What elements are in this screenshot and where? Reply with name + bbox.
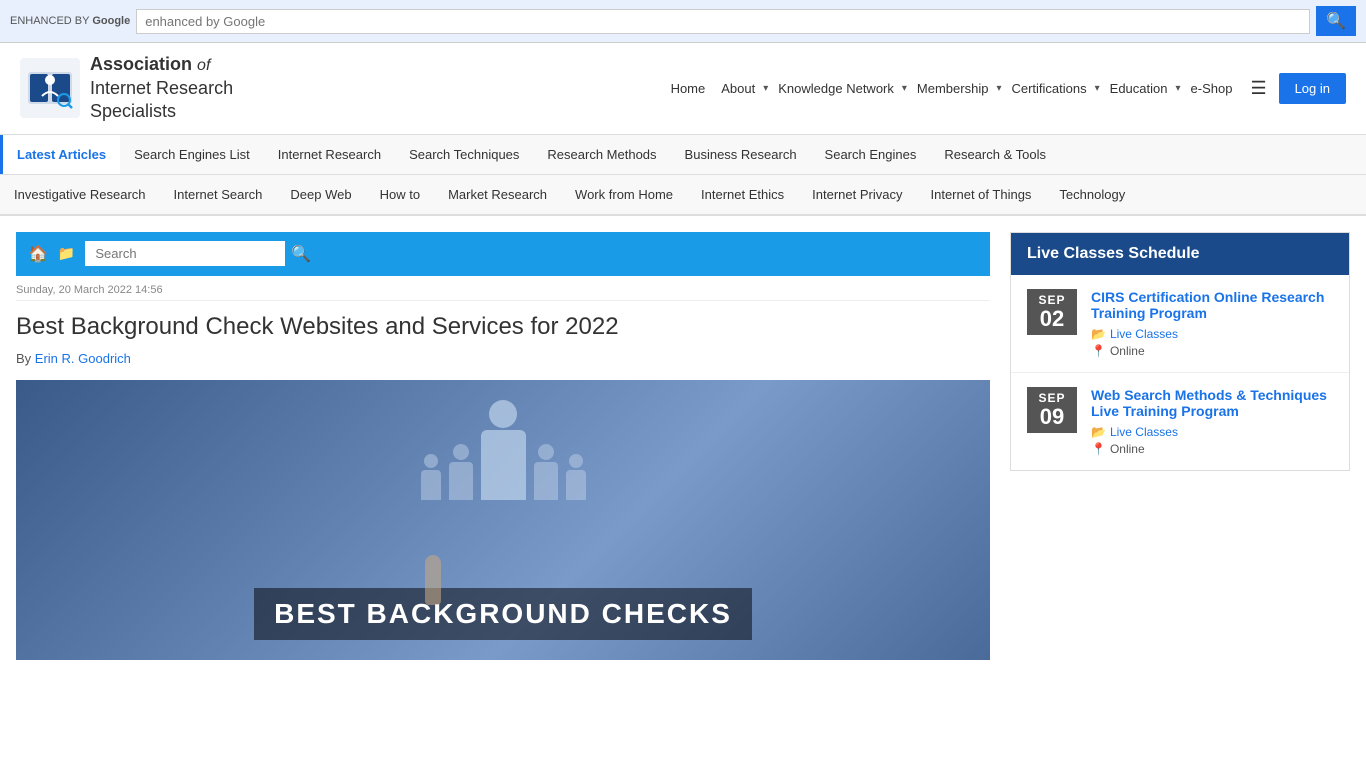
- finger-pointing: [425, 555, 441, 605]
- category-icon-2: 📂: [1091, 425, 1106, 439]
- cat-nav-investigative-research[interactable]: Investigative Research: [0, 179, 160, 210]
- header: Association of Internet Research Special…: [0, 43, 1366, 135]
- site-logo-text: Association of Internet Research Special…: [90, 53, 233, 124]
- cat-nav-internet-ethics[interactable]: Internet Ethics: [687, 179, 798, 210]
- nav-membership[interactable]: Membership: [911, 77, 995, 100]
- main-layout: 🏠 📁 🔍 Sunday, 20 March 2022 14:56 Best B…: [0, 216, 1366, 676]
- nav-certifications-dropdown: Certifications ▾: [1005, 77, 1099, 100]
- nav-about-chevron: ▾: [763, 83, 768, 94]
- site-logo-icon: [20, 58, 80, 118]
- cat-nav-market-research[interactable]: Market Research: [434, 179, 561, 210]
- nav-eshop[interactable]: e-Shop: [1185, 77, 1239, 100]
- google-enhanced-label: ENHANCED BY Google: [10, 15, 130, 27]
- cat-nav-research-methods[interactable]: Research Methods: [533, 135, 670, 174]
- schedule-title-1[interactable]: CIRS Certification Online Research Train…: [1091, 289, 1333, 321]
- article-date: Sunday, 20 March 2022 14:56: [16, 276, 990, 301]
- silhouettes: [16, 400, 990, 500]
- cat-nav-internet-search[interactable]: Internet Search: [160, 179, 277, 210]
- breadcrumb-search: 🔍: [85, 240, 978, 268]
- schedule-category-2: 📂 Live Classes: [1091, 425, 1333, 439]
- schedule-month-1: SEP: [1033, 293, 1071, 307]
- nav-home[interactable]: Home: [665, 77, 712, 100]
- schedule-item-2: SEP 09 Web Search Methods & Techniques L…: [1011, 373, 1349, 470]
- cat-nav-search-techniques[interactable]: Search Techniques: [395, 135, 533, 174]
- schedule-date-badge-2: SEP 09: [1027, 387, 1077, 433]
- silhouette-3: [534, 444, 558, 500]
- schedule-info-2: Web Search Methods & Techniques Live Tra…: [1091, 387, 1333, 456]
- cat-nav-technology[interactable]: Technology: [1045, 179, 1139, 210]
- google-bar: ENHANCED BY Google 🔍: [0, 0, 1366, 43]
- schedule-location-1: 📍 Online: [1091, 344, 1333, 358]
- breadcrumb-home-icon[interactable]: 🏠: [28, 244, 48, 264]
- schedule-info-1: CIRS Certification Online Research Train…: [1091, 289, 1333, 358]
- nav-education-chevron: ▾: [1175, 83, 1180, 94]
- silhouette-main: [481, 400, 526, 500]
- schedule-location-2: 📍 Online: [1091, 442, 1333, 456]
- nav-education-dropdown: Education ▾: [1104, 77, 1181, 100]
- login-button[interactable]: Log in: [1279, 73, 1346, 104]
- silhouette-4: [566, 454, 586, 500]
- article-image-overlay: BEST BACKGROUND CHECKS: [254, 588, 752, 640]
- google-search-input[interactable]: [136, 9, 1310, 34]
- silhouette-2: [449, 444, 473, 500]
- schedule-location-label-1: Online: [1110, 344, 1145, 358]
- breadcrumb-search-button[interactable]: 🔍: [285, 240, 317, 268]
- article-area: 🏠 📁 🔍 Sunday, 20 March 2022 14:56 Best B…: [16, 232, 990, 660]
- schedule-category-label-1[interactable]: Live Classes: [1110, 327, 1178, 341]
- category-nav-1: Latest Articles Search Engines List Inte…: [0, 135, 1366, 175]
- location-icon-1: 📍: [1091, 344, 1106, 358]
- nav-knowledge-chevron: ▾: [902, 83, 907, 94]
- cat-nav-latest-articles[interactable]: Latest Articles: [0, 135, 120, 174]
- schedule-header: Live Classes Schedule: [1011, 233, 1349, 275]
- cat-nav-how-to[interactable]: How to: [366, 179, 434, 210]
- silhouette-1: [421, 454, 441, 500]
- author-link[interactable]: Erin R. Goodrich: [35, 351, 131, 366]
- main-nav: Home About ▾ Knowledge Network ▾ Members…: [240, 73, 1346, 104]
- breadcrumb-bar: 🏠 📁 🔍: [16, 232, 990, 276]
- schedule-day-1: 02: [1033, 307, 1071, 331]
- cat-nav-search-engines[interactable]: Search Engines: [811, 135, 931, 174]
- nav-about-dropdown: About ▾: [715, 77, 768, 100]
- nav-certifications-chevron: ▾: [1095, 83, 1100, 94]
- cat-nav-deep-web[interactable]: Deep Web: [276, 179, 365, 210]
- logo-area: Association of Internet Research Special…: [20, 53, 240, 124]
- nav-membership-chevron: ▾: [996, 83, 1001, 94]
- schedule-item-1: SEP 02 CIRS Certification Online Researc…: [1011, 275, 1349, 373]
- breadcrumb-search-input[interactable]: [85, 241, 285, 266]
- nav-about[interactable]: About: [715, 77, 761, 100]
- cat-nav-research-tools[interactable]: Research & Tools: [930, 135, 1060, 174]
- nav-education[interactable]: Education: [1104, 77, 1174, 100]
- article-title: Best Background Check Websites and Servi…: [16, 313, 990, 341]
- category-icon-1: 📂: [1091, 327, 1106, 341]
- location-icon-2: 📍: [1091, 442, 1106, 456]
- schedule-date-badge-1: SEP 02: [1027, 289, 1077, 335]
- cat-nav-internet-privacy[interactable]: Internet Privacy: [798, 179, 916, 210]
- schedule-location-label-2: Online: [1110, 442, 1145, 456]
- cat-nav-business-research[interactable]: Business Research: [671, 135, 811, 174]
- article-image: BEST BACKGROUND CHECKS: [16, 380, 990, 660]
- category-nav-2: Investigative Research Internet Search D…: [0, 175, 1366, 216]
- schedule-category-1: 📂 Live Classes: [1091, 327, 1333, 341]
- breadcrumb-folder-icon: 📁: [58, 245, 75, 262]
- article-author: By Erin R. Goodrich: [16, 351, 990, 366]
- nav-knowledge[interactable]: Knowledge Network: [772, 77, 900, 100]
- cat-nav-internet-of-things[interactable]: Internet of Things: [916, 179, 1045, 210]
- nav-membership-dropdown: Membership ▾: [911, 77, 1002, 100]
- nav-certifications[interactable]: Certifications: [1005, 77, 1092, 100]
- schedule-category-label-2[interactable]: Live Classes: [1110, 425, 1178, 439]
- google-search-button[interactable]: 🔍: [1316, 6, 1356, 36]
- sidebar: Live Classes Schedule SEP 02 CIRS Certif…: [1010, 232, 1350, 660]
- schedule-title-2[interactable]: Web Search Methods & Techniques Live Tra…: [1091, 387, 1333, 419]
- hamburger-button[interactable]: ☰: [1242, 74, 1274, 103]
- cat-nav-internet-research[interactable]: Internet Research: [264, 135, 395, 174]
- schedule-day-2: 09: [1033, 405, 1071, 429]
- cat-nav-search-engines-list[interactable]: Search Engines List: [120, 135, 264, 174]
- schedule-month-2: SEP: [1033, 391, 1071, 405]
- nav-knowledge-dropdown: Knowledge Network ▾: [772, 77, 907, 100]
- cat-nav-work-from-home[interactable]: Work from Home: [561, 179, 687, 210]
- live-classes-schedule: Live Classes Schedule SEP 02 CIRS Certif…: [1010, 232, 1350, 471]
